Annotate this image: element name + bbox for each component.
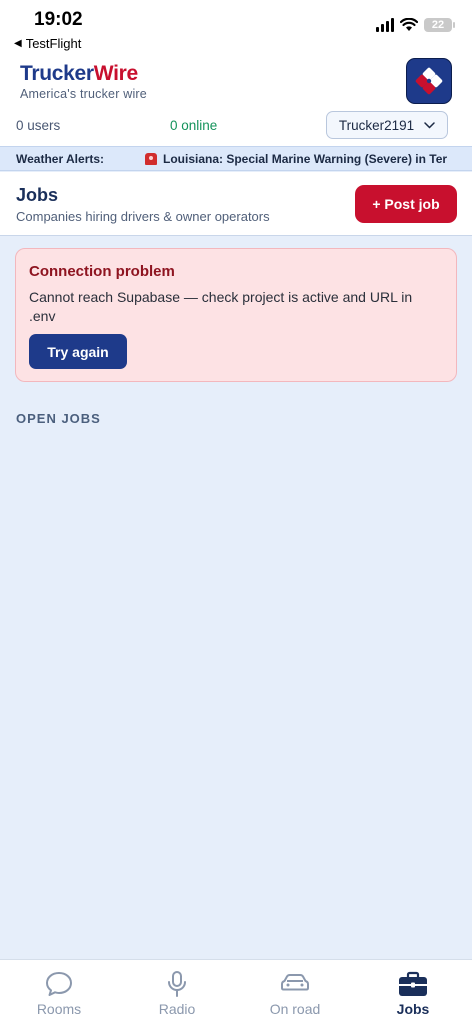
tab-rooms[interactable]: Rooms [0, 960, 118, 1024]
app-header: TruckerWire America's trucker wire 0 use… [0, 56, 472, 146]
tab-label: On road [269, 1001, 321, 1017]
siren-icon [145, 153, 157, 165]
clock: 19:02 [34, 9, 83, 30]
post-job-button[interactable]: + Post job [355, 185, 457, 223]
try-again-button[interactable]: Try again [29, 334, 127, 369]
open-jobs-heading: OPEN JOBS [16, 411, 101, 426]
online-count: 0 online [170, 118, 218, 133]
connection-error-card: Connection problem Cannot reach Supabase… [15, 248, 457, 382]
tab-label: Radio [158, 1001, 196, 1017]
brand-tagline: America's trucker wire [20, 87, 147, 101]
chevron-down-icon [424, 121, 435, 129]
current-username: Trucker2191 [338, 117, 415, 133]
tab-label: Jobs [396, 1001, 430, 1017]
error-title: Connection problem [29, 263, 175, 280]
page-title: Jobs [16, 185, 59, 205]
tab-radio[interactable]: Radio [118, 960, 236, 1024]
microphone-icon [168, 971, 186, 997]
alert-text: Louisiana: Special Marine Warning (Sever… [163, 152, 448, 166]
page-subtitle: Companies hiring drivers & owner operato… [16, 209, 270, 224]
users-count: 0 users [16, 118, 61, 133]
wifi-icon [400, 18, 418, 31]
weather-alerts-ticker[interactable]: Weather Alerts: Louisiana: Special Marin… [0, 146, 472, 171]
briefcase-icon [399, 971, 427, 996]
alert-item[interactable]: Louisiana: Special Marine Warning (Sever… [145, 152, 447, 166]
car-icon [281, 974, 309, 991]
tab-jobs[interactable]: Jobs [354, 960, 472, 1024]
jobs-header: Jobs Companies hiring drivers & owner op… [0, 172, 472, 236]
chat-bubble-icon [46, 972, 72, 996]
back-arrow-icon: ◀ [14, 38, 22, 49]
user-selector[interactable]: Trucker2191 [326, 111, 448, 139]
tab-on-road[interactable]: On road [236, 960, 354, 1024]
back-app-label: TestFlight [25, 36, 82, 51]
tab-label: Rooms [36, 1001, 82, 1017]
system-icons: 22 [376, 18, 455, 32]
brand-logo-text: TruckerWire [20, 62, 138, 85]
status-bar: 19:02 ◀ TestFlight 22 [0, 0, 472, 56]
battery-icon: 22 [424, 18, 455, 32]
app-logo-icon[interactable] [406, 58, 452, 104]
cellular-signal-icon [376, 18, 394, 32]
error-message: Cannot reach Supabase — check project is… [29, 289, 413, 324]
alerts-label: Weather Alerts: [16, 152, 105, 166]
bottom-tab-bar: Rooms Radio On road Jobs [0, 959, 472, 1024]
back-to-app-link[interactable]: ◀ TestFlight [14, 36, 81, 51]
